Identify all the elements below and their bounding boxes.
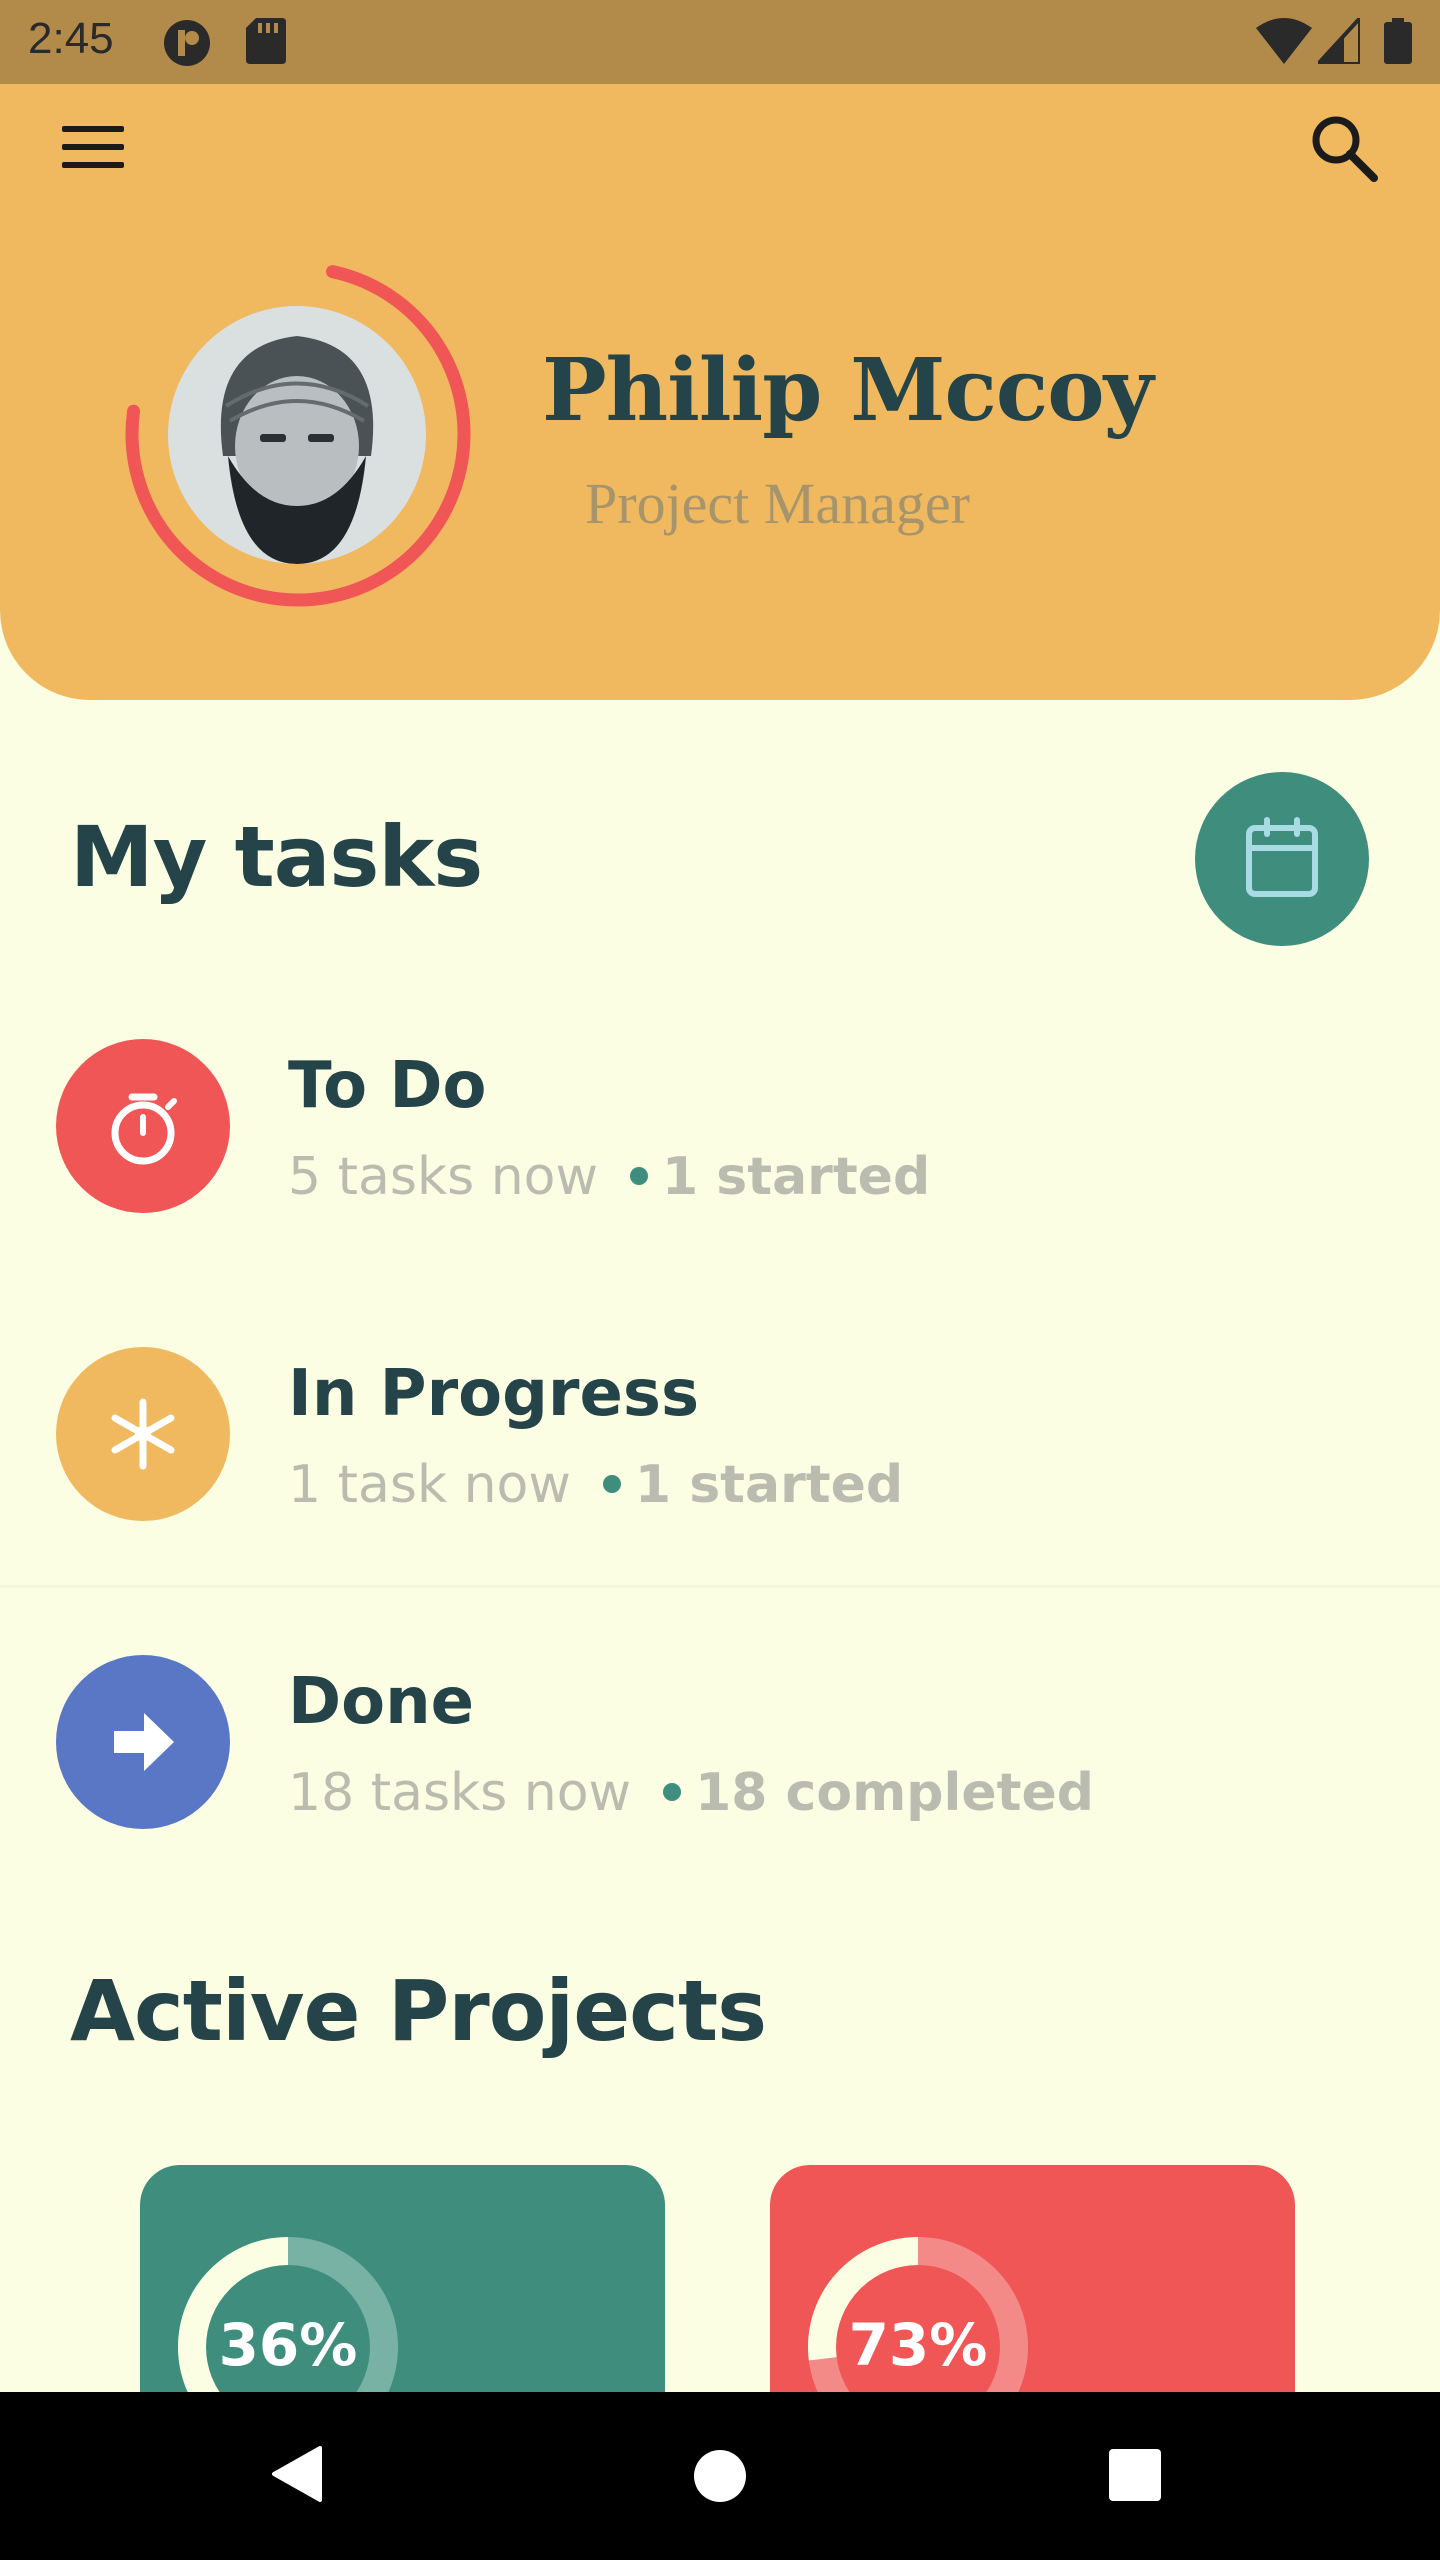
stopwatch-icon [56,1039,230,1213]
my-tasks-title: My tasks [70,808,483,906]
task-title: Done [288,1665,475,1739]
status-bar: 2:45 [0,0,1440,84]
task-subtitle: 5 tasks now 1 started [288,1147,930,1207]
wifi-icon [1256,18,1312,64]
status-dot [602,1475,621,1493]
task-subtitle: 1 task now 1 started [288,1455,903,1515]
signal-icon [1318,18,1360,64]
snowflake-icon [56,1347,230,1521]
active-projects-title: Active Projects [70,1962,767,2060]
status-dot [663,1783,682,1801]
task-count: 1 task now [288,1455,571,1515]
status-time: 2:45 [28,14,114,63]
task-row-todo[interactable]: To Do 5 tasks now 1 started [0,1039,1440,1239]
status-dot [630,1167,648,1185]
profile-role: Project Manager [585,471,970,536]
sd-card-icon [246,18,286,64]
task-row-done[interactable]: Done 18 tasks now 18 completed [0,1655,1440,1855]
arrow-right-icon [56,1655,230,1829]
task-title: In Progress [288,1357,700,1431]
divider [0,1585,1440,1588]
notification-icon [164,20,210,66]
task-status: 1 started [662,1147,931,1207]
profile-name: Philip Mccoy [542,340,1154,441]
project-percent: 36% [218,2311,358,2379]
task-count: 18 tasks now [288,1763,632,1823]
back-icon[interactable] [272,2446,322,2502]
home-button[interactable] [694,2450,746,2502]
calendar-button[interactable] [1195,772,1369,946]
task-title: To Do [288,1049,487,1123]
task-count: 5 tasks now [288,1147,598,1207]
calendar-icon [1246,817,1318,897]
avatar[interactable] [168,306,426,564]
task-subtitle: 18 tasks now 18 completed [288,1763,1094,1823]
recents-button[interactable] [1109,2449,1161,2501]
battery-icon [1384,18,1412,64]
task-status: 18 completed [695,1763,1094,1823]
menu-icon[interactable] [62,122,126,174]
project-percent: 73% [848,2311,988,2379]
search-icon[interactable] [1308,112,1382,186]
task-status: 1 started [634,1455,904,1515]
task-row-in-progress[interactable]: In Progress 1 task now 1 started [0,1347,1440,1547]
